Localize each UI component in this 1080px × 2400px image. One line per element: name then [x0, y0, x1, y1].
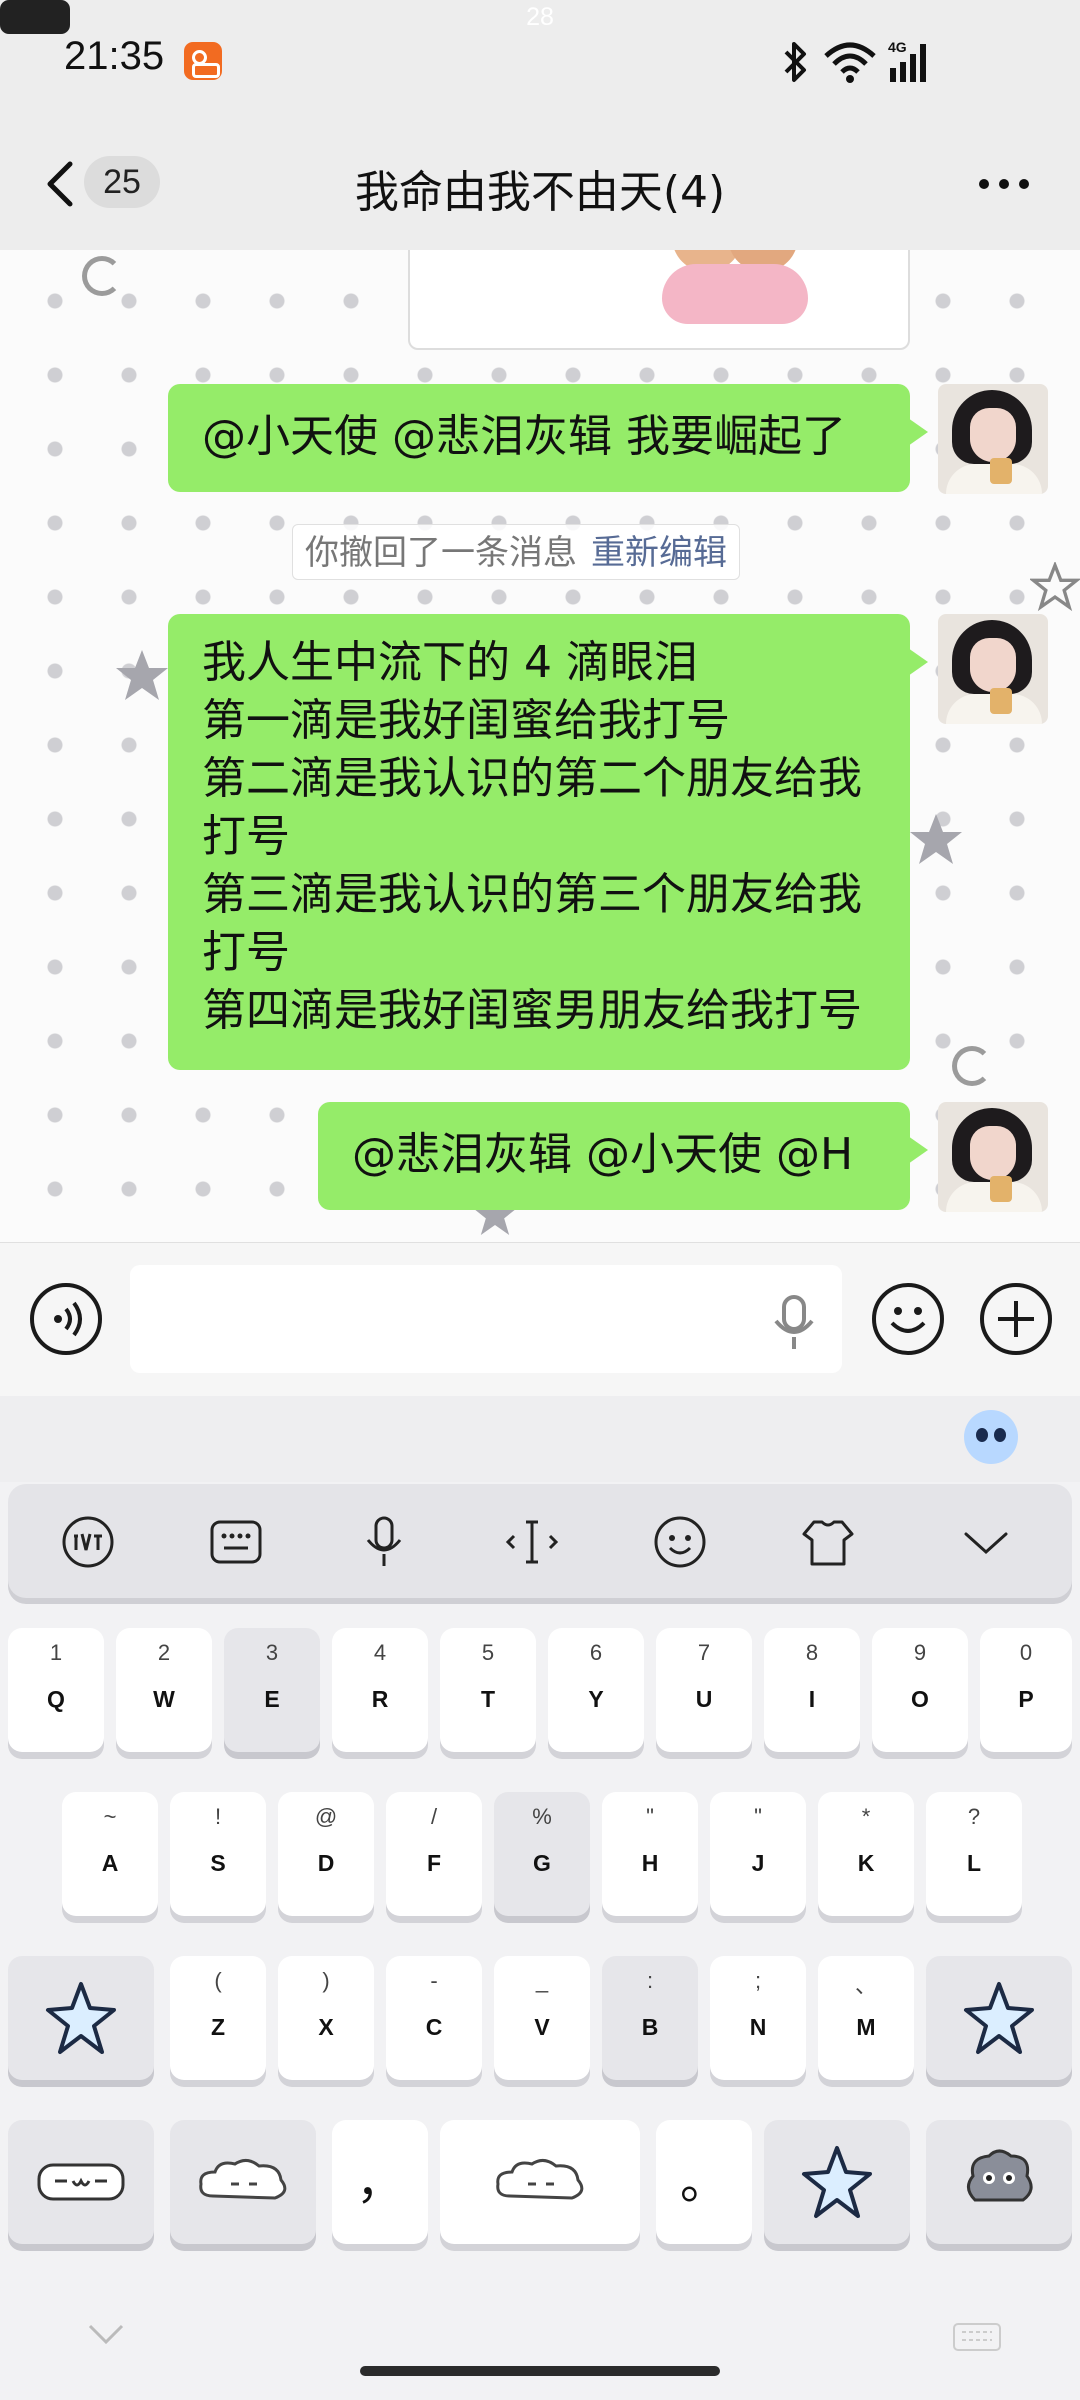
battery-level: 28: [526, 3, 554, 31]
unread-count-badge[interactable]: 25: [84, 156, 160, 208]
user-avatar[interactable]: [938, 614, 1048, 724]
key-e[interactable]: 3E: [224, 1628, 320, 1752]
key-u[interactable]: 7U: [656, 1628, 752, 1752]
key-d[interactable]: @ D: [278, 1792, 374, 1916]
star-decoration: [116, 650, 168, 700]
keyboard: 1Q 2W 3E 4R 5T 6Y 7U 8I 9O 0P ~ A ! S @ D /…: [0, 1612, 1080, 2400]
kaomoji-face-icon: [37, 2163, 125, 2201]
key-n[interactable]: ; N: [710, 1956, 806, 2080]
message-input[interactable]: [130, 1265, 842, 1373]
language-switch-key[interactable]: [764, 2120, 910, 2244]
swirl-decoration: [82, 256, 122, 296]
message-line: 第三滴是我认识的第三个朋友给我: [202, 869, 862, 920]
key-h[interactable]: " H: [602, 1792, 698, 1916]
emoji-panel-icon[interactable]: [652, 1514, 708, 1570]
cloud-face-icon: [496, 2159, 584, 2200]
chat-messages-area[interactable]: @小天使 @悲泪灰辑 我要崛起了 你撤回了一条消息 重新编辑 我人生中流下的 4 …: [0, 250, 1080, 1242]
key-q[interactable]: 1Q: [8, 1628, 104, 1752]
key-w[interactable]: 2W: [116, 1628, 212, 1752]
key-b[interactable]: :B: [602, 1956, 698, 2080]
message-line: 我人生中流下的 4 滴眼泪: [202, 637, 698, 688]
key-y[interactable]: 6Y: [548, 1628, 644, 1752]
status-bar: 21:35 4G 28: [0, 0, 1080, 124]
key-p[interactable]: 0P: [980, 1628, 1072, 1752]
key-l[interactable]: ? L: [926, 1792, 1022, 1916]
sticker-blanket: [662, 264, 808, 324]
user-avatar[interactable]: [938, 384, 1048, 494]
sticker-image[interactable]: [408, 250, 910, 350]
voice-waves-icon: [54, 1301, 82, 1337]
key-t[interactable]: 5T: [440, 1628, 536, 1752]
key-x[interactable]: ) X: [278, 1956, 374, 2080]
plus-icon: [998, 1301, 1034, 1337]
message-line: 第四滴是我好闺蜜男朋友给我打号: [202, 985, 862, 1036]
key-i[interactable]: 8I: [764, 1628, 860, 1752]
hide-keyboard-chevron-icon[interactable]: [84, 2318, 128, 2350]
chat-header: 我命由我不由天(4) 25: [0, 124, 1080, 250]
enter-key[interactable]: [926, 2120, 1072, 2244]
star-icon: [802, 2146, 872, 2218]
key-j[interactable]: " J: [710, 1792, 806, 1916]
collapse-chevron-icon[interactable]: [958, 1514, 1014, 1570]
period-key[interactable]: 。: [656, 2120, 752, 2244]
creature-enter-icon: [967, 2149, 1033, 2202]
key-s[interactable]: ! S: [170, 1792, 266, 1916]
recall-notice: 你撤回了一条消息 重新编辑: [292, 524, 740, 580]
back-arrow-icon[interactable]: [40, 156, 80, 212]
comma-key[interactable]: ，: [332, 2120, 428, 2244]
key-a[interactable]: ~ A: [62, 1792, 158, 1916]
message-line: 第一滴是我好闺蜜给我打号: [202, 695, 730, 746]
key-v[interactable]: _ V: [494, 1956, 590, 2080]
key-m[interactable]: 、 M: [818, 1956, 914, 2080]
ime-mascot-icon[interactable]: [964, 1410, 1018, 1464]
message-line: 打号: [202, 811, 290, 862]
iflytek-logo-icon[interactable]: [60, 1514, 116, 1570]
key-g[interactable]: % G: [494, 1792, 590, 1916]
voice-input-button[interactable]: [30, 1283, 102, 1355]
backspace-key[interactable]: [926, 1956, 1072, 2080]
key-c[interactable]: -C: [386, 1956, 482, 2080]
shift-key[interactable]: [8, 1956, 154, 2080]
smiley-icon: [890, 1307, 926, 1333]
outgoing-message-bubble[interactable]: @小天使 @悲泪灰辑 我要崛起了: [168, 384, 928, 492]
key-k[interactable]: * K: [818, 1792, 914, 1916]
key-o[interactable]: 9O: [872, 1628, 968, 1752]
ime-toolbar: [8, 1484, 1072, 1598]
microphone-icon[interactable]: [772, 1293, 816, 1353]
user-avatar[interactable]: [938, 1102, 1048, 1212]
swirl-decoration: [952, 1046, 992, 1086]
re-edit-link[interactable]: 重新编辑: [591, 533, 727, 573]
key-r[interactable]: 4R: [332, 1628, 428, 1752]
message-input-bar: [0, 1242, 1080, 1396]
outgoing-message-bubble[interactable]: @悲泪灰辑 @小天使 @H: [318, 1102, 928, 1210]
home-indicator[interactable]: [360, 2366, 720, 2376]
keyboard-layout-icon[interactable]: [208, 1514, 264, 1570]
voice-input-mic-icon[interactable]: [356, 1514, 412, 1570]
numbers-key[interactable]: [170, 2120, 316, 2244]
outgoing-message-bubble[interactable]: 我人生中流下的 4 滴眼泪 第一滴是我好闺蜜给我打号 第二滴是我认识的第二个朋友…: [168, 614, 928, 1070]
star-decoration: [910, 814, 962, 864]
keyboard-switch-icon[interactable]: [952, 2322, 1002, 2352]
symbols-key[interactable]: [8, 2120, 154, 2244]
space-key[interactable]: [440, 2120, 640, 2244]
star-decoration: [1030, 562, 1080, 612]
key-f[interactable]: / F: [386, 1792, 482, 1916]
ime-top-bar: [0, 1396, 1080, 1482]
emoji-button[interactable]: [872, 1283, 944, 1355]
star-backspace-icon: [964, 1982, 1034, 2054]
star-shift-icon: [46, 1982, 116, 2054]
more-functions-button[interactable]: [980, 1283, 1052, 1355]
recall-notice-text: 你撤回了一条消息: [305, 533, 577, 573]
skin-theme-icon[interactable]: [800, 1514, 856, 1570]
cloud-face-icon: [199, 2159, 287, 2200]
key-z[interactable]: (Z: [170, 1956, 266, 2080]
chat-title: 我命由我不由天(4): [354, 167, 726, 218]
cursor-move-icon[interactable]: [504, 1514, 560, 1570]
message-line: 打号: [202, 927, 290, 978]
more-options-icon[interactable]: [974, 164, 1034, 204]
message-line: 第二滴是我认识的第二个朋友给我: [202, 753, 862, 804]
battery-icon: 28: [0, 0, 554, 34]
